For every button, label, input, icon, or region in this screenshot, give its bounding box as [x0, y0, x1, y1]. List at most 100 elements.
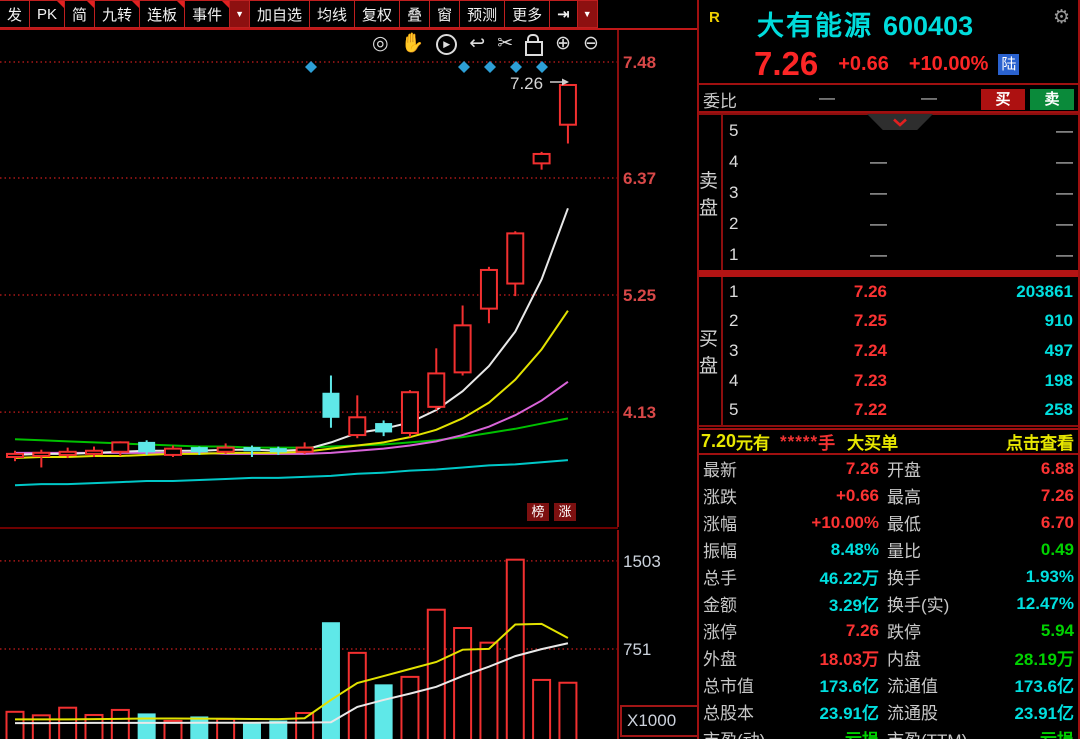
volume-chart[interactable]: 1503751: [0, 530, 700, 739]
svg-text:4.13: 4.13: [623, 403, 656, 422]
bid-price: 7.25: [753, 311, 887, 331]
zoom-in-icon[interactable]: ⊕: [555, 32, 571, 56]
toolbar-item[interactable]: 预测: [459, 0, 505, 28]
stat-label: 量比: [879, 537, 989, 562]
bid-level-row[interactable]: 4 7.23 198: [723, 366, 1078, 396]
bid-price: 7.26: [753, 282, 887, 302]
stat-label: 最新: [703, 456, 787, 481]
ask-book-label: 卖盘: [699, 115, 723, 270]
toolbar-item[interactable]: 简: [64, 0, 95, 28]
undo-icon[interactable]: ↩: [469, 32, 485, 56]
stats-grid: 最新 7.26 开盘 6.88 涨跌 +0.66 最高 7.26 涨幅 +10.…: [699, 455, 1078, 739]
new-flag-notch: [177, 1, 184, 8]
sell-button[interactable]: 卖: [1030, 89, 1074, 110]
bid-volume: 258: [887, 400, 1078, 420]
ask-level-row[interactable]: 3 — —: [723, 177, 1078, 208]
stock-name-text: 大有能源: [757, 11, 873, 41]
cut-icon[interactable]: ✂: [497, 32, 513, 56]
stat-label: 换手(实): [879, 591, 989, 616]
stat-label: 流通值: [879, 672, 989, 697]
stat-value: 12.47%: [989, 594, 1074, 614]
stat-label: 振幅: [703, 537, 787, 562]
ticker-hidden-qty: *****: [780, 432, 818, 452]
toolbar-item[interactable]: 九转: [94, 0, 140, 28]
toolbar-item-label: PK: [37, 6, 57, 23]
toolbar-item-label: 加自选: [257, 4, 302, 25]
toolbar-item-label: 复权: [362, 4, 392, 25]
stat-label: 流通股: [879, 699, 989, 724]
ask-level-row[interactable]: 1 — —: [723, 239, 1078, 270]
bid-volume: 497: [887, 341, 1078, 361]
toolbar-item[interactable]: 加自选: [249, 0, 310, 28]
toolbar-item[interactable]: ▼: [577, 0, 598, 28]
toolbar-item-label: 发: [7, 4, 22, 25]
stat-label: 换手: [879, 564, 989, 589]
toolbar-item[interactable]: ▼: [229, 0, 250, 28]
book-divider: [699, 270, 1078, 277]
gear-icon[interactable]: ⚙: [1053, 6, 1070, 29]
new-flag-notch: [132, 1, 139, 8]
ask-level-row[interactable]: 4 — —: [723, 146, 1078, 177]
stat-row: 总手 46.22万 换手 1.93%: [699, 563, 1078, 590]
gainers-tag[interactable]: 涨: [554, 503, 576, 521]
zoom-out-icon[interactable]: ⊖: [583, 32, 599, 56]
toolbar-item[interactable]: ⇥: [549, 0, 578, 28]
lock-icon[interactable]: [525, 41, 543, 56]
bid-level-row[interactable]: 2 7.25 910: [723, 307, 1078, 337]
new-flag-notch: [222, 1, 229, 8]
level-number: 1: [723, 245, 753, 265]
toolbar-item[interactable]: 更多: [504, 0, 550, 28]
stat-row: 涨幅 +10.00% 最低 6.70: [699, 509, 1078, 536]
bid-book-label: 买盘: [699, 277, 723, 425]
bid-level-row[interactable]: 3 7.24 497: [723, 336, 1078, 366]
toolbar-item[interactable]: 连板: [139, 0, 185, 28]
stat-value: 0.49: [989, 540, 1074, 560]
toolbar-item-label: 事件: [192, 4, 222, 25]
toolbar-item-label: 连板: [147, 4, 177, 25]
ticker-unit: 手: [818, 429, 835, 454]
volume-unit-label: X1000: [620, 705, 705, 737]
toolbar-item[interactable]: 事件: [184, 0, 230, 28]
stat-value: 8.48%: [787, 540, 879, 560]
bid-book: 买盘 1 7.26 203861 2 7.25 910: [699, 277, 1078, 425]
stat-label: 涨停: [703, 618, 787, 643]
stat-value: 7.26: [787, 459, 879, 479]
chart-toolbar: ◎ ✋ ▶ ↩ ✂ ⊕ ⊖: [372, 32, 599, 56]
toolbar-item[interactable]: 叠: [399, 0, 430, 28]
toolbar-item[interactable]: PK: [29, 0, 65, 28]
toolbar-item[interactable]: 发: [0, 0, 30, 28]
ask-price: —: [753, 214, 887, 234]
toolbar-item[interactable]: 复权: [354, 0, 400, 28]
ticker-view-link[interactable]: 点击查看: [1006, 429, 1074, 454]
toolbar-item[interactable]: 均线: [309, 0, 355, 28]
ask-level-row[interactable]: 2 — —: [723, 208, 1078, 239]
stat-value: 亏损: [989, 726, 1074, 739]
level-number: 5: [723, 121, 753, 141]
stock-name: 大有能源600403: [757, 4, 973, 43]
pan-hand-icon[interactable]: ✋: [401, 32, 425, 56]
bid-price: 7.23: [753, 371, 887, 391]
buy-button[interactable]: 买: [981, 89, 1025, 110]
stat-value: 3.29亿: [787, 591, 879, 616]
bid-volume: 203861: [887, 282, 1078, 302]
ask-price: —: [753, 152, 887, 172]
toolbar-item[interactable]: 窗: [429, 0, 460, 28]
stat-value: 亏损: [787, 726, 879, 739]
bid-level-row[interactable]: 1 7.26 203861: [723, 277, 1078, 307]
top-toolbar: 发 PK 简 九转 连板 事件: [0, 0, 700, 30]
ticker-text: 元有: [736, 429, 770, 454]
stat-row: 振幅 8.48% 量比 0.49: [699, 536, 1078, 563]
bid-price: 7.24: [753, 341, 887, 361]
stat-row: 外盘 18.03万 内盘 28.19万: [699, 644, 1078, 671]
rank-tag[interactable]: 榜: [527, 503, 549, 521]
ask-volume: —: [887, 183, 1078, 203]
svg-text:5.25: 5.25: [623, 286, 656, 305]
stat-value: +10.00%: [787, 513, 879, 533]
kline-chart[interactable]: 7.486.375.254.137.26: [0, 30, 700, 527]
stat-row: 市盈(动) 亏损 市盈(TTM) 亏损: [699, 725, 1078, 739]
eye-icon[interactable]: ◎: [372, 32, 389, 56]
big-order-ticker: 7.20 元有 ***** 手 大买单 点击查看: [699, 428, 1078, 455]
play-icon[interactable]: ▶: [436, 34, 457, 55]
bid-level-row[interactable]: 5 7.22 258: [723, 395, 1078, 425]
weicha-value: —: [921, 90, 937, 108]
